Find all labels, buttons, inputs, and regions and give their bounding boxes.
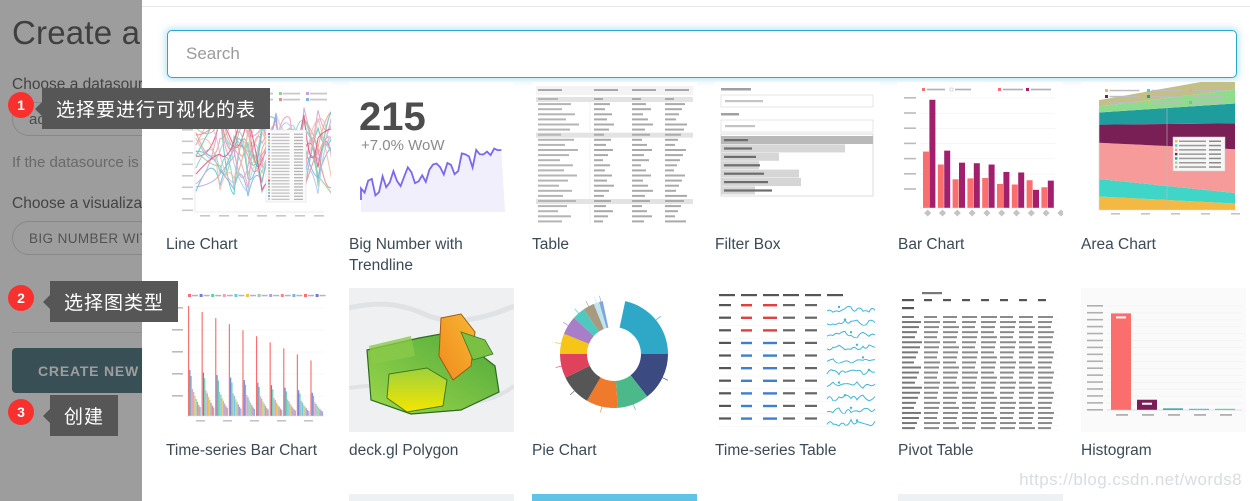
annotation-badge-2: 2 (8, 285, 34, 311)
viz-type-label: Area Chart (1081, 236, 1156, 253)
viz-type-label: Histogram (1081, 442, 1152, 459)
bar-chart-thumbnail (898, 82, 1063, 226)
watermark: https://blog.csdn.net/words8 (1019, 470, 1242, 489)
viz-type-label: Big Number with Trendline (349, 236, 463, 274)
viz-type-label: Table (532, 236, 570, 253)
viz-type-label: Pivot Table (898, 442, 974, 459)
search-input[interactable] (167, 30, 1237, 78)
viz-type-card-partial-2[interactable] (898, 494, 1063, 501)
viz-type-card-timeseries-bar-chart[interactable]: Time-series Bar Chart (166, 288, 333, 462)
annotation-badge-3: 3 (8, 399, 34, 425)
visualization-type-modal: Line Chart 215+7.0% WoW Big Number with Tr… (142, 0, 1250, 501)
filter-box-thumbnail (715, 82, 880, 226)
table-thumbnail (532, 82, 697, 226)
timeseries-bar-chart-thumbnail (166, 288, 331, 432)
annotation-callout-3: 创建 (42, 395, 119, 436)
svg-text:215: 215 (359, 95, 426, 139)
viz-type-card-area-chart[interactable]: Area Chart (1081, 82, 1248, 256)
viz-type-card-pivot-table[interactable]: Pivot Table (898, 288, 1065, 462)
timeseries-table-thumbnail (715, 288, 880, 432)
pie-chart-thumbnail (532, 288, 697, 432)
viz-type-card-partial-0[interactable] (349, 494, 514, 501)
viz-type-card-table[interactable]: Table (532, 82, 699, 256)
big-number-trendline-thumbnail: 215 +7.0% WoW (349, 82, 514, 226)
annotation-callout-1: 选择要进行可视化的表 (34, 88, 271, 129)
viz-type-label: Filter Box (715, 236, 781, 253)
annotation-badge-1: 1 (8, 92, 34, 118)
pivot-table-thumbnail (898, 288, 1063, 432)
viz-type-card-big-number-trendline[interactable]: 215 +7.0% WoW Big Number with Trendline (349, 82, 516, 277)
viz-type-label: Line Chart (166, 236, 238, 253)
svg-text:+7.0% WoW: +7.0% WoW (361, 137, 445, 154)
deckgl-polygon-thumbnail (349, 288, 514, 432)
viz-type-card-partial-1[interactable] (532, 494, 697, 501)
viz-type-card-pie-chart[interactable]: Pie Chart (532, 288, 699, 462)
viz-type-card-filter-box[interactable]: Filter Box (715, 82, 882, 256)
viz-type-label: Bar Chart (898, 236, 965, 253)
visualization-type-grid: Line Chart 215 +7.0% WoW Big Number with Tr… (166, 82, 1250, 501)
viz-type-card-histogram[interactable]: Histogram (1081, 288, 1248, 462)
viz-type-label: Pie Chart (532, 442, 597, 459)
viz-type-card-timeseries-table[interactable]: Time-series Table (715, 288, 882, 462)
histogram-thumbnail (1081, 288, 1246, 432)
viz-type-card-bar-chart[interactable]: Bar Chart (898, 82, 1065, 256)
viz-type-label: Time-series Bar Chart (166, 442, 318, 459)
annotation-callout-2: 选择图类型 (42, 281, 179, 322)
viz-type-label: Time-series Table (715, 442, 837, 459)
viz-type-card-deckgl-polygon[interactable]: deck.gl Polygon (349, 288, 516, 462)
area-chart-thumbnail (1081, 82, 1246, 226)
modal-top-divider (142, 6, 1250, 7)
viz-type-label: deck.gl Polygon (349, 442, 459, 459)
